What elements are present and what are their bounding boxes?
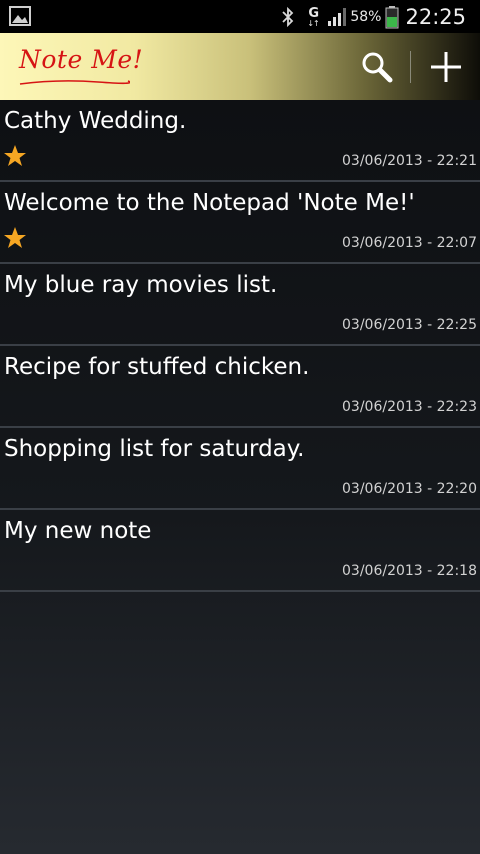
note-title: Welcome to the Notepad 'Note Me!'	[4, 190, 415, 216]
note-date: 03/06/2013 - 22:21	[342, 153, 477, 169]
action-bar: Note Me!	[0, 33, 480, 100]
note-title: My blue ray movies list.	[4, 272, 278, 298]
gallery-icon	[9, 6, 31, 26]
add-note-button[interactable]	[424, 47, 468, 87]
note-list-item[interactable]: My blue ray movies list. 03/06/2013 - 22…	[0, 264, 480, 346]
data-arrows-icon: ↓↑	[307, 18, 319, 28]
search-icon	[362, 52, 393, 83]
status-bar: G ↓↑ 58% 22:25	[0, 0, 480, 33]
plus-icon	[431, 52, 461, 82]
bluetooth-icon	[282, 6, 294, 27]
note-list-item[interactable]: Shopping list for saturday. 03/06/2013 -…	[0, 428, 480, 510]
search-button[interactable]	[356, 47, 396, 87]
note-title: Cathy Wedding.	[4, 108, 187, 134]
note-title: Recipe for stuffed chicken.	[4, 354, 310, 380]
app-title: Note Me!	[19, 45, 144, 74]
network-g-icon: G ↓↑	[306, 5, 320, 29]
star-icon	[4, 227, 26, 248]
note-date: 03/06/2013 - 22:20	[342, 481, 477, 497]
note-date: 03/06/2013 - 22:07	[342, 235, 477, 251]
status-clock: 22:25	[405, 4, 466, 29]
note-list: Cathy Wedding. 03/06/2013 - 22:21 Welcom…	[0, 100, 480, 854]
note-title: Shopping list for saturday.	[4, 436, 305, 462]
battery-icon	[385, 5, 399, 28]
note-title: My new note	[4, 518, 152, 544]
star-icon	[4, 145, 26, 166]
note-list-item[interactable]: Recipe for stuffed chicken. 03/06/2013 -…	[0, 346, 480, 428]
note-list-item[interactable]: Welcome to the Notepad 'Note Me!' 03/06/…	[0, 182, 480, 264]
note-list-item[interactable]: Cathy Wedding. 03/06/2013 - 22:21	[0, 100, 480, 182]
action-bar-divider	[410, 51, 411, 83]
note-date: 03/06/2013 - 22:25	[342, 317, 477, 333]
battery-percent: 58%	[350, 8, 382, 25]
note-list-item[interactable]: My new note 03/06/2013 - 22:18	[0, 510, 480, 592]
note-date: 03/06/2013 - 22:18	[342, 563, 477, 579]
note-date: 03/06/2013 - 22:23	[342, 399, 477, 415]
title-underline	[19, 80, 130, 85]
signal-icon	[328, 7, 347, 26]
